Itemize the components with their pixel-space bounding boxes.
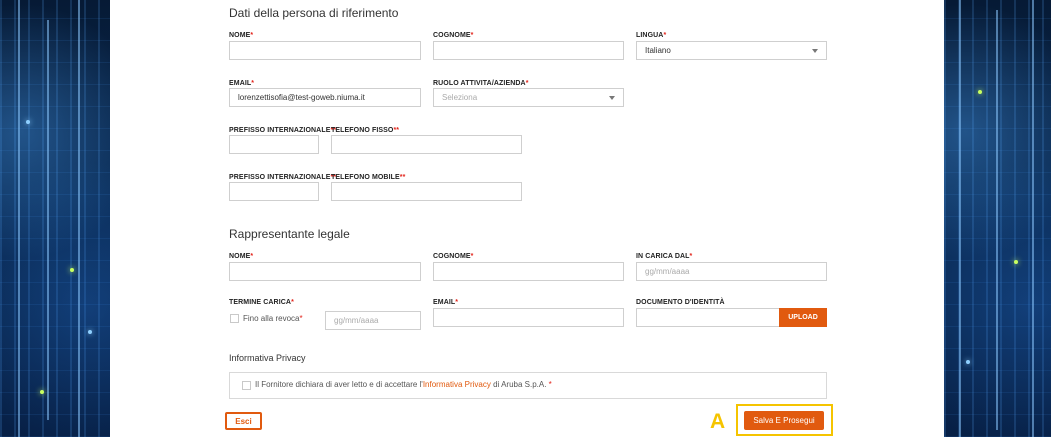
rl-email-input[interactable] [433, 308, 624, 327]
rl-nome-input[interactable] [229, 262, 421, 281]
rl-cognome-input[interactable] [433, 262, 624, 281]
rl-cognome-label: COGNOME* [433, 253, 474, 260]
fino-revoca-label: Fino alla revoca* [243, 314, 303, 323]
in-carica-placeholder: gg/mm/aaaa [645, 267, 690, 276]
registration-form: Dati della persona di riferimento NOME* … [110, 0, 944, 437]
lingua-select[interactable]: Italiano [636, 41, 827, 60]
cognome-input[interactable] [433, 41, 624, 60]
ruolo-select[interactable]: Seleziona [433, 88, 624, 107]
esci-button[interactable]: Esci [225, 412, 262, 430]
rl-email-label: EMAIL* [433, 299, 459, 306]
lingua-label: LINGUA* [636, 32, 667, 39]
fino-revoca-checkbox[interactable] [230, 314, 239, 323]
telefono-mobile-input[interactable] [331, 182, 522, 201]
section-title-privacy: Informativa Privacy [229, 353, 306, 363]
nome-label: NOME* [229, 32, 254, 39]
prefisso-mobile-input[interactable] [229, 182, 319, 201]
annotation-marker: A [710, 410, 726, 433]
termine-carica-label: TERMINE CARICA* [229, 299, 294, 306]
ruolo-label: RUOLO ATTIVITA/AZIENDA* [433, 80, 529, 87]
privacy-box: Il Fornitore dichiara di aver letto e di… [229, 372, 827, 399]
cognome-label: COGNOME* [433, 32, 474, 39]
rl-nome-label: NOME* [229, 253, 254, 260]
email-value: lorenzettisofia@test-goweb.niuma.it [238, 93, 365, 102]
documento-label: DOCUMENTO D'IDENTITÀ [636, 299, 725, 306]
chevron-down-icon [609, 96, 615, 100]
background-datacenter-right [944, 0, 1051, 437]
section-title-rappresentante: Rappresentante legale [229, 227, 350, 241]
lingua-value: Italiano [645, 46, 671, 55]
chevron-down-icon [812, 49, 818, 53]
documento-file-input[interactable] [636, 308, 780, 327]
prefisso-fisso-input[interactable] [229, 135, 319, 154]
in-carica-date-input[interactable]: gg/mm/aaaa [636, 262, 827, 281]
termine-date-input[interactable]: gg/mm/aaaa [325, 311, 421, 330]
telefono-fisso-input[interactable] [331, 135, 522, 154]
email-label: EMAIL* [229, 80, 255, 87]
upload-button[interactable]: UPLOAD [779, 308, 827, 327]
email-input[interactable]: lorenzettisofia@test-goweb.niuma.it [229, 88, 421, 107]
termine-placeholder: gg/mm/aaaa [334, 316, 379, 325]
ruolo-placeholder: Seleziona [442, 93, 478, 102]
nome-input[interactable] [229, 41, 421, 60]
background-datacenter-left [0, 0, 110, 437]
in-carica-label: IN CARICA DAL* [636, 253, 693, 260]
privacy-text: Il Fornitore dichiara di aver letto e di… [255, 380, 552, 389]
telefono-fisso-label: TELEFONO FISSO** [331, 127, 400, 134]
section-title-referente: Dati della persona di riferimento [229, 6, 399, 20]
prefisso-fisso-label: PREFISSO INTERNAZIONALE** [229, 127, 337, 134]
salva-prosegui-button[interactable]: Salva E Prosegui [744, 411, 824, 430]
privacy-checkbox[interactable] [242, 381, 251, 390]
prefisso-mobile-label: PREFISSO INTERNAZIONALE** [229, 174, 337, 181]
telefono-mobile-label: TELEFONO MOBILE** [331, 174, 406, 181]
privacy-link[interactable]: Informativa Privacy [423, 380, 491, 389]
